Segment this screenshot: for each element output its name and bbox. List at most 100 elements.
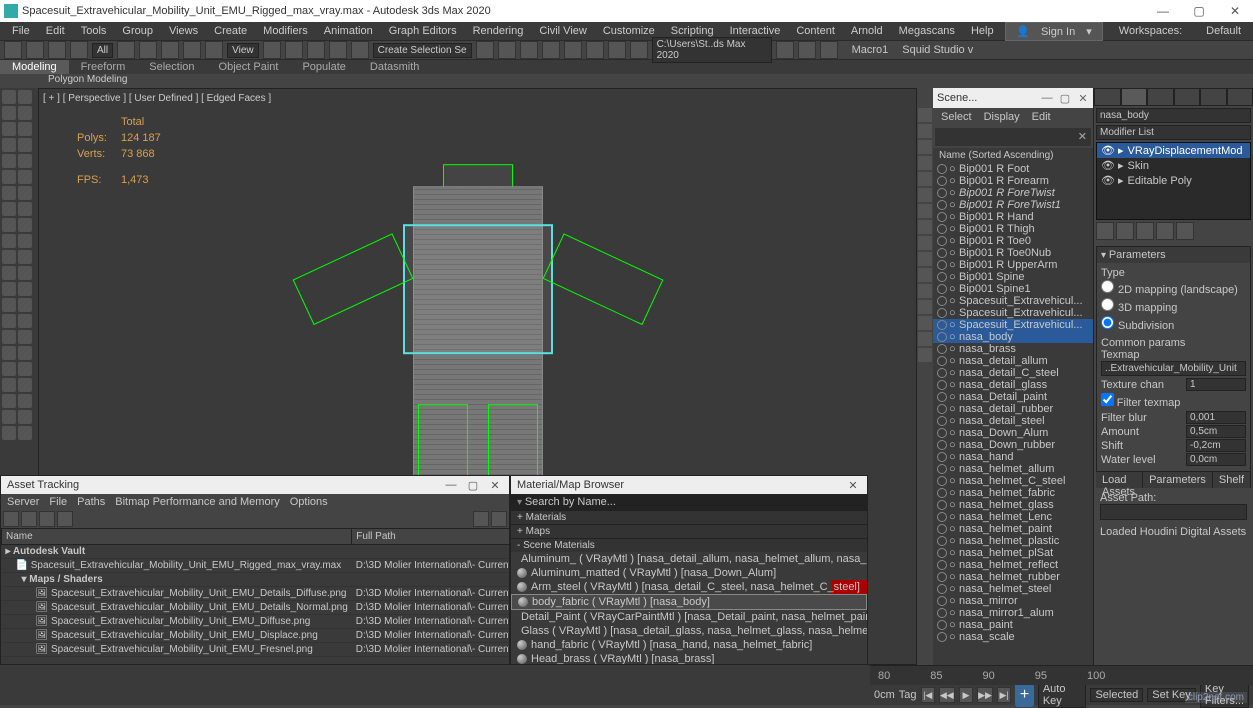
- outliner-row[interactable]: ○nasa_helmet_paint: [933, 523, 1093, 535]
- select-button[interactable]: [117, 41, 135, 59]
- tool-button[interactable]: [2, 410, 16, 424]
- scene-filter-button[interactable]: [918, 204, 932, 218]
- outliner-row[interactable]: ○nasa_hand: [933, 451, 1093, 463]
- scene-filter-button[interactable]: [918, 124, 932, 138]
- goto-start-button[interactable]: |◀: [921, 687, 935, 703]
- mat-title[interactable]: Material/Map Browser: [517, 479, 624, 491]
- mat-search[interactable]: ▾ Search by Name...: [511, 494, 867, 510]
- scene-filter-button[interactable]: [918, 348, 932, 362]
- radio-subdivision[interactable]: Subdivision: [1101, 315, 1246, 333]
- water-spinner[interactable]: 0,0cm: [1186, 453, 1246, 466]
- align-button[interactable]: [498, 41, 516, 59]
- asset-row[interactable]: 🖼 Spacesuit_Extravehicular_Mobility_Unit…: [2, 601, 510, 615]
- tool-button[interactable]: [2, 106, 16, 120]
- outliner-row[interactable]: ○nasa_brass: [933, 343, 1093, 355]
- scene-filter-button[interactable]: [918, 236, 932, 250]
- menu-megascans[interactable]: Megascans: [891, 23, 963, 39]
- material-row[interactable]: body_fabric ( VRayMtl ) [nasa_body]: [511, 594, 867, 610]
- material-row[interactable]: Glass ( VRayMtl ) [nasa_detail_glass, na…: [511, 624, 867, 638]
- menu-content[interactable]: Content: [788, 23, 843, 39]
- radio-3d[interactable]: 3D mapping: [1101, 297, 1246, 315]
- asset-menu-file[interactable]: File: [49, 496, 67, 508]
- scene-filter-button[interactable]: [918, 332, 932, 346]
- material-row[interactable]: Aluminum_matted ( VRayMtl ) [nasa_Down_A…: [511, 566, 867, 580]
- outliner-row[interactable]: ○Bip001 R Forearm: [933, 175, 1093, 187]
- outliner-row[interactable]: ○nasa_paint: [933, 619, 1093, 631]
- pin-stack-button[interactable]: [1096, 222, 1114, 240]
- display-tab[interactable]: [1200, 88, 1227, 106]
- make-unique-button[interactable]: [1136, 222, 1154, 240]
- tool-button[interactable]: [2, 346, 16, 360]
- material-editor-button[interactable]: [586, 41, 604, 59]
- menu-file[interactable]: File: [4, 23, 38, 39]
- menu-rendering[interactable]: Rendering: [465, 23, 532, 39]
- scene-filter-button[interactable]: [918, 140, 932, 154]
- menu-graph-editors[interactable]: Graph Editors: [381, 23, 465, 39]
- scene-outliner[interactable]: ○Bip001 R Foot○Bip001 R Forearm ○Bip001 R…: [933, 163, 1093, 673]
- show-end-result-button[interactable]: [1116, 222, 1134, 240]
- outliner-row[interactable]: ○Bip001 R Thigh: [933, 223, 1093, 235]
- texchan-spinner[interactable]: 1: [1186, 378, 1246, 391]
- scene-filter-button[interactable]: [918, 316, 932, 330]
- outliner-row[interactable]: ○nasa_helmet_plSat: [933, 547, 1093, 559]
- folder2-button[interactable]: [798, 41, 816, 59]
- outliner-row[interactable]: ○nasa_Down_Alum: [933, 427, 1093, 439]
- outliner-row[interactable]: ○Spacesuit_Extravehicul...: [933, 319, 1093, 331]
- time-ruler[interactable]: 80859095100: [870, 665, 1253, 685]
- named-selection[interactable]: Create Selection Se: [373, 43, 472, 58]
- workspaces-value[interactable]: Default: [1198, 23, 1249, 39]
- outliner-row[interactable]: ○nasa_scale: [933, 631, 1093, 643]
- tool-button[interactable]: [2, 138, 16, 152]
- tool-button[interactable]: [18, 314, 32, 328]
- viewport-label[interactable]: [ + ] [ Perspective ] [ User Defined ] […: [43, 93, 271, 104]
- undo-button[interactable]: [4, 41, 22, 59]
- asset-row[interactable]: 🖼 Spacesuit_Extravehicular_Mobility_Unit…: [2, 629, 510, 643]
- scene-max-icon[interactable]: ▢: [1059, 92, 1071, 104]
- outliner-row[interactable]: ○Bip001 R UpperArm: [933, 259, 1093, 271]
- scene-titlebar[interactable]: Scene... —▢✕: [933, 88, 1093, 108]
- scene-filter-button[interactable]: [918, 284, 932, 298]
- render-button[interactable]: [630, 41, 648, 59]
- material-row[interactable]: Aluminum_ ( VRayMtl ) [nasa_detail_allum…: [511, 552, 867, 566]
- outliner-row[interactable]: ○nasa_helmet_allum: [933, 463, 1093, 475]
- macro-label[interactable]: Macro1: [852, 44, 889, 56]
- asset-row[interactable]: 🖼 Spacesuit_Extravehicular_Mobility_Unit…: [2, 615, 510, 629]
- shift-spinner[interactable]: -0,2cm: [1186, 439, 1246, 452]
- motion-tab[interactable]: [1174, 88, 1201, 106]
- tool-button[interactable]: [2, 378, 16, 392]
- modifier-list-dropdown[interactable]: Modifier List: [1096, 125, 1251, 140]
- tool-button[interactable]: [18, 186, 32, 200]
- outliner-row[interactable]: ○nasa_detail_steel: [933, 415, 1093, 427]
- menu-edit[interactable]: Edit: [38, 23, 73, 39]
- outliner-row[interactable]: ○nasa_mirror: [933, 595, 1093, 607]
- tab-load-assets[interactable]: Load Assets: [1096, 472, 1143, 488]
- redo-button[interactable]: [26, 41, 44, 59]
- outliner-row[interactable]: ○Bip001 R Toe0: [933, 235, 1093, 247]
- mat-section-scene[interactable]: - Scene Materials: [511, 538, 867, 552]
- menu-help[interactable]: Help: [963, 23, 1002, 39]
- scene-min-icon[interactable]: —: [1041, 92, 1053, 104]
- remove-modifier-button[interactable]: [1156, 222, 1174, 240]
- tool-button[interactable]: [2, 186, 16, 200]
- parameters-rollout[interactable]: ▾ Parameters: [1097, 247, 1250, 263]
- scene-menu-edit[interactable]: Edit: [1032, 111, 1051, 123]
- amount-spinner[interactable]: 0,5cm: [1186, 425, 1246, 438]
- rotate-button[interactable]: [161, 41, 179, 59]
- menu-create[interactable]: Create: [206, 23, 255, 39]
- material-list[interactable]: Aluminum_ ( VRayMtl ) [nasa_detail_allum…: [511, 552, 867, 664]
- minimize-button[interactable]: —: [1149, 2, 1177, 20]
- tab-parameters[interactable]: Parameters: [1143, 472, 1213, 488]
- outliner-row[interactable]: ○Bip001 Spine1: [933, 283, 1093, 295]
- menu-group[interactable]: Group: [114, 23, 161, 39]
- material-row[interactable]: hand_fabric ( VRayMtl ) [nasa_hand, nasa…: [511, 638, 867, 652]
- outliner-row[interactable]: ○Bip001 R Foot: [933, 163, 1093, 175]
- outliner-row[interactable]: ○nasa_helmet_rubber: [933, 571, 1093, 583]
- tool-button[interactable]: [18, 330, 32, 344]
- outliner-row[interactable]: ○nasa_helmet_fabric: [933, 487, 1093, 499]
- tool-button[interactable]: [18, 202, 32, 216]
- asset-path-field[interactable]: [1100, 504, 1247, 520]
- scene-menu-select[interactable]: Select: [941, 111, 972, 123]
- tool-button[interactable]: [2, 250, 16, 264]
- tool-button[interactable]: [18, 378, 32, 392]
- asset-tb5[interactable]: [473, 511, 489, 527]
